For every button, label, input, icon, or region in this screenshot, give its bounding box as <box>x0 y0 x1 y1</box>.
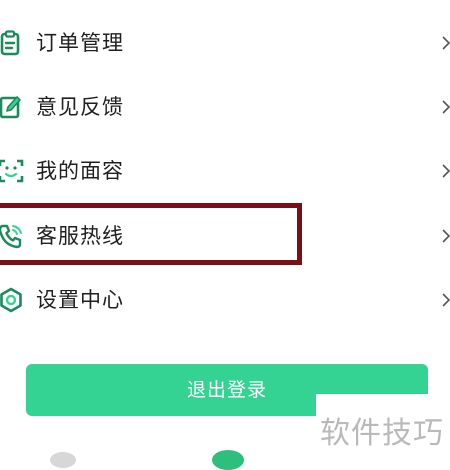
menu-item-label: 我的面容 <box>36 159 124 183</box>
menu-item-label: 意见反馈 <box>36 95 124 119</box>
bottom-tab-icon[interactable] <box>50 452 76 468</box>
bottom-tab-icon-active[interactable] <box>212 450 244 470</box>
menu-item-settings-center[interactable]: 设置中心 <box>0 275 450 325</box>
edit-icon <box>0 92 26 122</box>
highlight-annotation-box <box>0 203 302 265</box>
menu-item-label: 设置中心 <box>36 288 124 312</box>
chevron-right-icon <box>442 163 450 179</box>
menu-item-order-management[interactable]: 订单管理 <box>0 18 450 68</box>
menu-item-label: 订单管理 <box>36 31 124 55</box>
settings-icon <box>0 285 26 315</box>
chevron-right-icon <box>442 35 450 51</box>
menu-item-feedback[interactable]: 意见反馈 <box>0 82 450 132</box>
clipboard-icon <box>0 28 26 58</box>
chevron-right-icon <box>442 228 450 244</box>
chevron-right-icon <box>442 99 450 115</box>
face-scan-icon <box>0 156 26 186</box>
chevron-right-icon <box>442 292 450 308</box>
menu-item-face-id[interactable]: 我的面容 <box>0 146 450 196</box>
watermark: 软件技巧 <box>320 416 444 451</box>
